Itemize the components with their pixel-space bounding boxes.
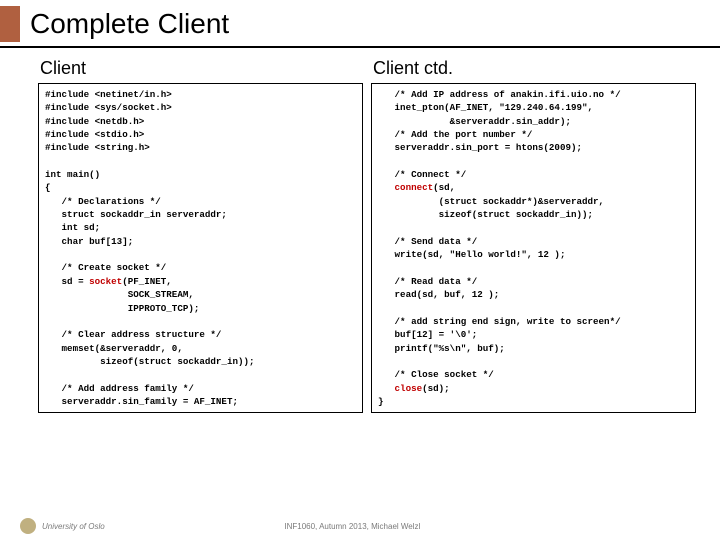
slide: Complete Client Client #include <netinet… [0,0,720,540]
right-column: Client ctd. /* Add IP address of anakin.… [371,58,696,413]
conn-l1p: (sd, [433,182,455,193]
end-l2: printf("%s\n", buf); [378,343,505,354]
decl-c: /* Declarations */ [45,196,161,207]
footer: University of Oslo INF1060, Autumn 2013,… [0,518,720,534]
socket-fn: socket [89,276,122,287]
port-c: /* Add the port number */ [378,129,532,140]
create-l2: SOCK_STREAM, [45,289,194,300]
ip-l1: inet_pton(AF_INET, "129.240.64.199", [378,102,593,113]
close-brace: } [378,396,384,407]
inc4: #include <string.h> [45,142,150,153]
footer-uni: University of Oslo [42,522,105,531]
create-l3: IPPROTO_TCP); [45,303,199,314]
port-l1: serveraddr.sin_port = htons(2009); [378,142,582,153]
create-post: (PF_INET, [122,276,172,287]
clear-c: /* Clear address structure */ [45,329,221,340]
left-heading: Client [38,58,363,79]
title-accent [0,6,20,42]
conn-c: /* Connect */ [378,169,466,180]
inc3: #include <stdio.h> [45,129,144,140]
right-codebox: /* Add IP address of anakin.ifi.uio.no *… [371,83,696,413]
right-heading: Client ctd. [371,58,696,79]
clear-l1: memset(&serveraddr, 0, [45,343,183,354]
close-fn: close [395,383,423,394]
main-open: int main() { [45,169,100,193]
ip-l2: &serveraddr.sin_addr); [378,116,571,127]
inc0: #include <netinet/in.h> [45,89,172,100]
content-row: Client #include <netinet/in.h> #include … [0,48,720,413]
decl2: int sd; [45,222,100,233]
title-bar: Complete Client [0,0,720,48]
decl1: struct sockaddr_in serveraddr; [45,209,227,220]
send-l1: write(sd, "Hello world!", 12 ); [378,249,565,260]
fam-c: /* Add address family */ [45,383,194,394]
end-c: /* add string end sign, write to screen*… [378,316,621,327]
create-pre: sd = [45,276,89,287]
decl3: char buf[13]; [45,236,133,247]
clear-l2: sizeof(struct sockaddr_in)); [45,356,255,367]
slide-title: Complete Client [30,8,229,40]
create-c: /* Create socket */ [45,262,166,273]
fam-l1: serveraddr.sin_family = AF_INET; [45,396,238,407]
left-codebox: #include <netinet/in.h> #include <sys/so… [38,83,363,413]
close-c: /* Close socket */ [378,369,494,380]
conn-l3: sizeof(struct sockaddr_in)); [378,209,593,220]
uni-logo-icon [20,518,36,534]
inc1: #include <sys/socket.h> [45,102,172,113]
connect-fn: connect [395,182,434,193]
close-post: (sd); [422,383,450,394]
end-l1: buf[12] = '\0'; [378,329,477,340]
ip-c: /* Add IP address of anakin.ifi.uio.no *… [378,89,621,100]
conn-l2: (struct sockaddr*)&serveraddr, [378,196,604,207]
left-column: Client #include <netinet/in.h> #include … [38,58,363,413]
read-c: /* Read data */ [378,276,477,287]
read-l1: read(sd, buf, 12 ); [378,289,499,300]
footer-mid: INF1060, Autumn 2013, Michael Welzl [105,522,600,531]
inc2: #include <netdb.h> [45,116,144,127]
send-c: /* Send data */ [378,236,477,247]
